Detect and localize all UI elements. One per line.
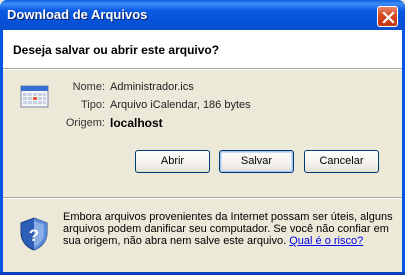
- security-shield-icon: ?: [20, 217, 48, 251]
- svg-text:?: ?: [29, 226, 39, 245]
- cancel-button[interactable]: Cancelar: [304, 150, 379, 173]
- file-origin-value: localhost: [110, 116, 163, 130]
- save-button[interactable]: Salvar: [219, 150, 294, 173]
- dialog-question: Deseja salvar ou abrir este arquivo?: [13, 43, 220, 57]
- warning-message: Embora arquivos provenientes da Internet…: [63, 211, 393, 247]
- file-type-value: Arquivo iCalendar, 186 bytes: [110, 99, 251, 111]
- risk-link[interactable]: Qual é o risco?: [289, 235, 363, 247]
- file-name-label: Nome:: [72, 81, 105, 93]
- file-name-value: Administrador.ics: [110, 81, 194, 93]
- close-button[interactable]: [377, 6, 398, 27]
- title-bar[interactable]: Download de Arquivos: [0, 0, 405, 30]
- window-title: Download de Arquivos: [7, 7, 148, 22]
- open-button[interactable]: Abrir: [135, 150, 210, 173]
- file-type-label: Tipo:: [80, 99, 105, 111]
- close-icon: [382, 11, 395, 24]
- download-dialog-window: Download de Arquivos Deseja salvar ou ab…: [0, 0, 405, 275]
- file-origin-label: Origem:: [65, 117, 105, 129]
- dialog-client-area: Deseja salvar ou abrir este arquivo? Nom…: [3, 30, 402, 272]
- dialog-header: Deseja salvar ou abrir este arquivo?: [3, 30, 402, 68]
